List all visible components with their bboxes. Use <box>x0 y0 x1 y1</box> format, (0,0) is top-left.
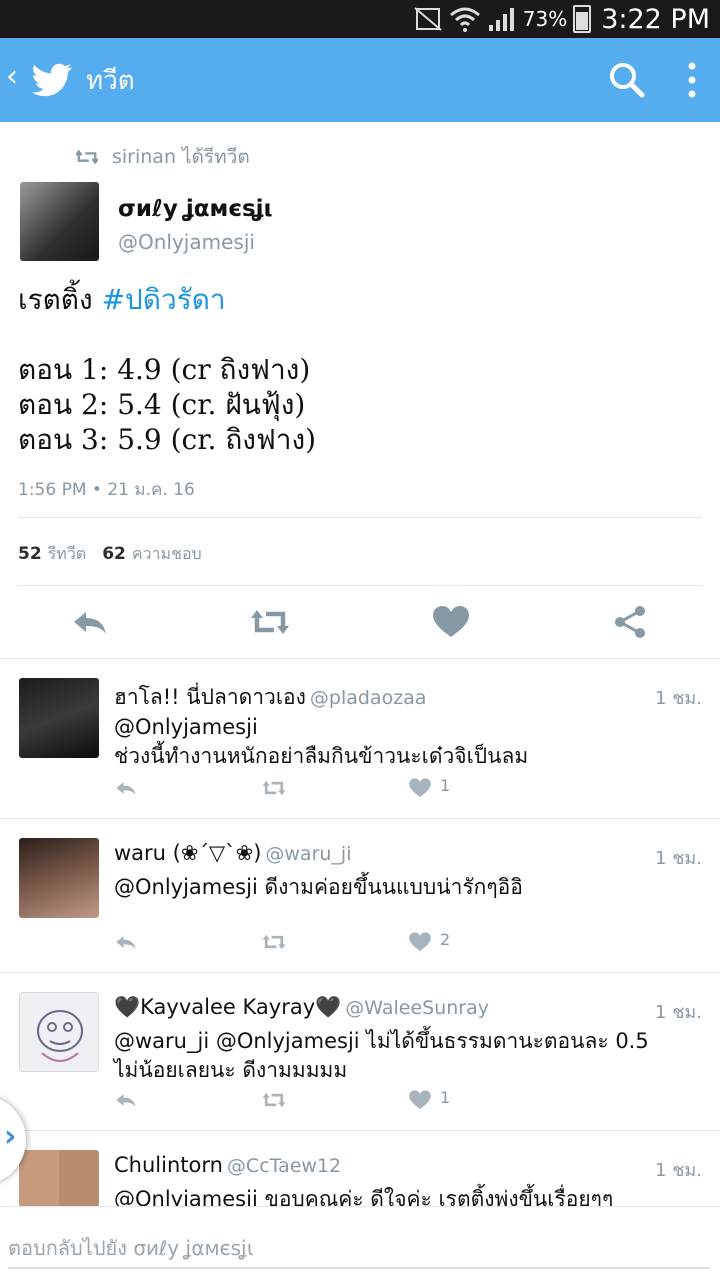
reply-text: @Onlyjamesji ดีงามค่อยขึ้นนแบบน่ารักๆอิอ… <box>114 875 523 899</box>
likes-stat[interactable]: 62 ความชอบ <box>102 542 202 567</box>
signal-icon <box>488 8 514 31</box>
tweet-stats: 52 รีทวีต 62 ความชอบ <box>18 542 202 567</box>
battery-percent: 73% <box>522 7 568 31</box>
tweet-text-prefix: เรตติ้ง <box>18 283 102 316</box>
retweets-stat[interactable]: 52 รีทวีต <box>18 542 86 567</box>
retweet-context: sirinan ได้รีทวีต <box>76 142 250 172</box>
tweet-timestamp: 1:56 PM • 21 ม.ค. 16 <box>18 480 195 500</box>
status-bar: 73% 3:22 PM <box>0 0 720 38</box>
reply-compose-bar <box>0 1206 720 1280</box>
chevron-right-icon: › <box>4 1119 17 1154</box>
reply-author-name[interactable]: 🖤Kayvalee Kayray🖤 <box>114 995 341 1019</box>
avatar[interactable] <box>19 1150 99 1207</box>
reply-actions: 2 <box>114 930 514 955</box>
retweet-icon[interactable] <box>262 1089 286 1111</box>
more-icon[interactable] <box>680 60 704 100</box>
search-icon[interactable] <box>607 60 647 100</box>
reply-tweet[interactable]: waru (❀´▽`❀) @waru_ji 1 ชม. @Onlyjamesji … <box>0 819 720 973</box>
share-icon[interactable] <box>610 604 650 640</box>
heart-icon[interactable] <box>408 931 432 953</box>
mute-icon <box>414 7 442 31</box>
reply-author-handle[interactable]: @pladaozaa <box>310 687 427 709</box>
avatar[interactable] <box>19 992 99 1072</box>
reply-header: 🖤Kayvalee Kayray🖤 @WaleeSunray <box>114 995 489 1020</box>
reply-icon[interactable] <box>114 777 138 799</box>
reply-header: Chulintorn @CcTaew12 <box>114 1153 341 1177</box>
tweet-text: เรตติ้ง #ปดิวรัดา ตอน 1: 4.9 (cr ถิงฟาง)… <box>18 282 698 457</box>
author-name[interactable]: σиℓу ʝαмєѕʝι <box>118 196 273 222</box>
divider <box>18 517 702 518</box>
reply-author-handle[interactable]: @waru_ji <box>265 843 351 865</box>
avatar[interactable] <box>19 838 99 918</box>
like-count: 1 <box>440 1088 451 1107</box>
reply-time: 1 ชม. <box>655 1002 702 1023</box>
heart-icon[interactable] <box>408 777 432 799</box>
avatar[interactable] <box>20 182 99 261</box>
reply-author-name[interactable]: Chulintorn <box>114 1153 223 1177</box>
tweet-text-body: ตอน 1: 4.9 (cr ถิงฟาง) ตอน 2: 5.4 (cr. ฝ… <box>18 353 317 456</box>
page-title: ทวีต <box>86 66 135 96</box>
reply-header: waru (❀´▽`❀) @waru_ji <box>114 841 351 865</box>
reply-header: ฮาโล!! นี่ปลาดาวเอง @pladaozaa <box>114 681 426 714</box>
divider <box>18 585 702 586</box>
retweet-icon[interactable] <box>262 777 286 799</box>
reply-tweet[interactable]: ฮาโล!! นี่ปลาดาวเอง @pladaozaa 1 ชม. @Onl… <box>0 659 720 819</box>
reply-text: @Onlyjamesji ช่วงนี้ทำงานหนักอย่าลืมกินข… <box>114 715 529 768</box>
twitter-bird-icon[interactable] <box>32 62 72 98</box>
reply-time: 1 ชม. <box>655 848 702 869</box>
retweet-icon[interactable] <box>262 931 286 953</box>
avatar[interactable] <box>19 678 99 758</box>
likes-count: 62 <box>102 544 126 564</box>
back-icon[interactable]: ‹ <box>6 62 18 92</box>
reply-tweet[interactable]: Chulintorn @CcTaew12 1 ชม. @Onlyjamesji ข… <box>0 1131 720 1207</box>
retweets-label: รีทวีต <box>47 544 87 563</box>
avatar-sketch <box>37 1010 83 1062</box>
reply-text: @Onlyjamesji ขอบคุณค่ะ ดีใจค่ะ เรตติ้งพุ… <box>114 1187 614 1207</box>
heart-icon[interactable] <box>431 604 471 640</box>
retweet-icon <box>76 149 98 165</box>
retweeted-by[interactable]: sirinan ได้รีทวีต <box>112 142 250 172</box>
clock: 3:22 PM <box>601 3 710 35</box>
likes-label: ความชอบ <box>131 544 202 563</box>
heart-icon[interactable] <box>408 1089 432 1111</box>
retweet-icon[interactable] <box>250 604 290 640</box>
reply-time: 1 ชม. <box>655 688 702 709</box>
reply-icon[interactable] <box>114 1089 138 1111</box>
retweets-count: 52 <box>18 544 42 564</box>
reply-author-name[interactable]: ฮาโล!! นี่ปลาดาวเอง <box>114 685 306 709</box>
author-handle[interactable]: @Onlyjamesji <box>118 230 255 254</box>
main-tweet: sirinan ได้รีทวีต σиℓу ʝαмєѕʝι @Onlyjame… <box>0 122 720 659</box>
reply-actions: 1 <box>114 776 514 801</box>
app-bar: ‹ ทวีต <box>0 38 720 122</box>
reply-time: 1 ชม. <box>655 1160 702 1181</box>
reply-actions: 1 <box>114 1088 514 1113</box>
like-count: 1 <box>440 776 451 795</box>
reply-text: @waru_ji @Onlyjamesji ไม่ได้ขึ้นธรรมดานะ… <box>114 1029 649 1082</box>
wifi-icon <box>449 7 480 32</box>
reply-icon[interactable] <box>70 604 110 640</box>
reply-tweet[interactable]: 🖤Kayvalee Kayray🖤 @WaleeSunray 1 ชม. @war… <box>0 973 720 1131</box>
reply-input[interactable] <box>8 1229 710 1269</box>
reply-author-handle[interactable]: @WaleeSunray <box>345 997 489 1019</box>
reply-author-name[interactable]: waru (❀´▽`❀) <box>114 841 261 865</box>
reply-author-handle[interactable]: @CcTaew12 <box>227 1155 341 1177</box>
like-count: 2 <box>440 930 451 949</box>
battery-icon <box>573 5 592 33</box>
hashtag-link[interactable]: #ปดิวรัดา <box>102 283 226 316</box>
reply-icon[interactable] <box>114 931 138 953</box>
